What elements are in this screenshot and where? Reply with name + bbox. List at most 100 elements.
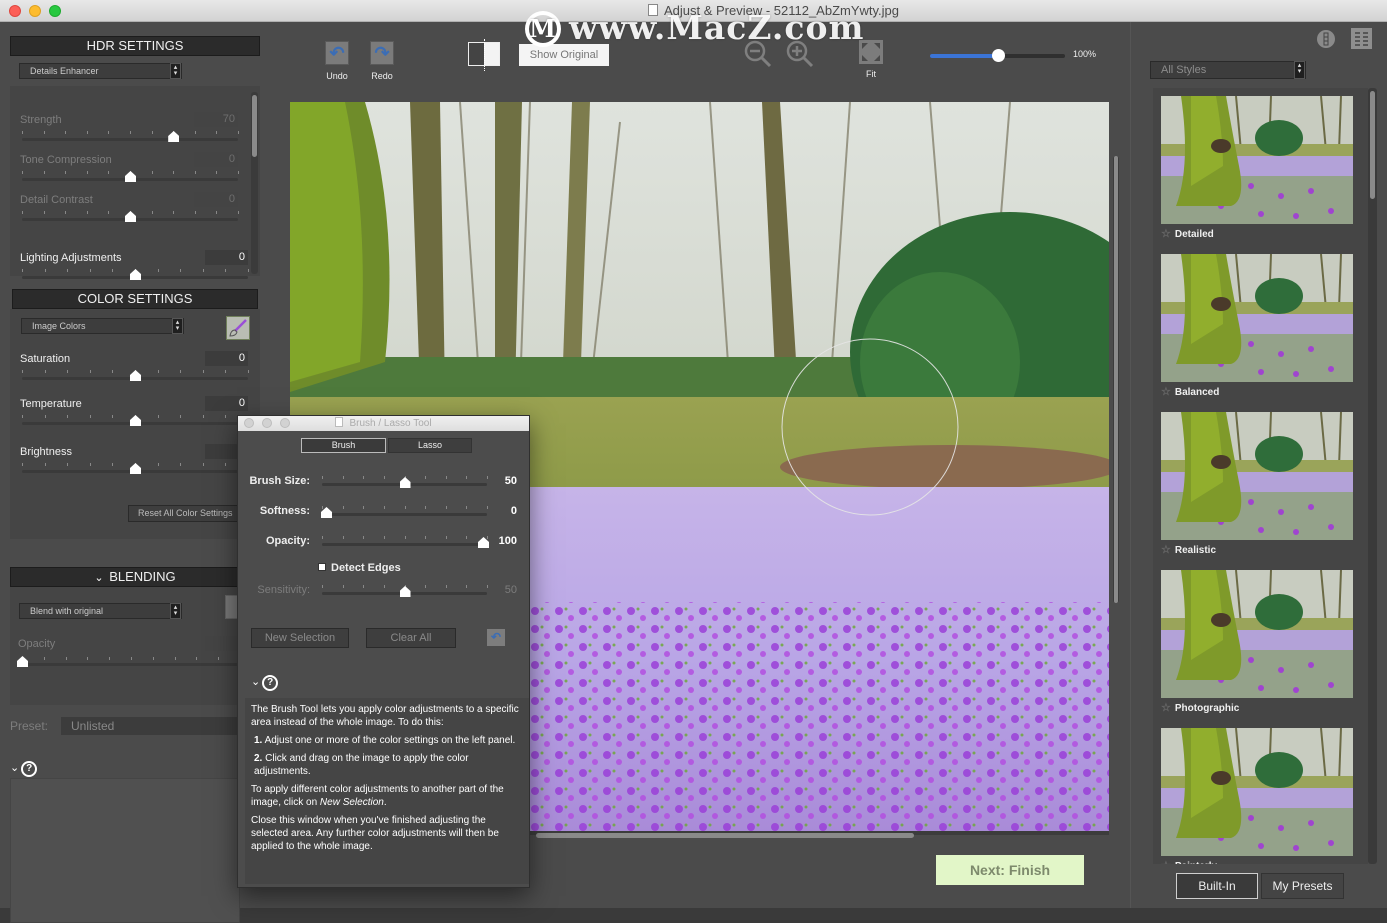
- reset-color-settings-button[interactable]: Reset All Color Settings: [128, 505, 238, 522]
- tick-mark: [67, 269, 69, 272]
- tick-mark: [216, 211, 218, 214]
- tick-mark: [65, 211, 67, 214]
- star-icon[interactable]: ☆: [1161, 544, 1171, 556]
- dialog-slider-track[interactable]: [322, 543, 487, 546]
- tick-mark: [112, 463, 114, 466]
- grid-view-button[interactable]: [1351, 28, 1372, 49]
- preview-horizontal-scrollbar[interactable]: [536, 833, 914, 838]
- show-original-button[interactable]: Show Original: [519, 44, 609, 66]
- dialog-zoom-button[interactable]: [280, 418, 290, 428]
- tick-mark: [425, 476, 427, 479]
- blend-opacity-value[interactable]: [205, 636, 240, 651]
- tick-mark: [238, 131, 239, 134]
- styles-scrollbar[interactable]: [1368, 88, 1377, 864]
- style-thumbnail[interactable]: [1161, 412, 1353, 540]
- mode-tab-brush[interactable]: Brush: [301, 438, 386, 453]
- tick-mark: [112, 415, 114, 418]
- undo-button[interactable]: ↶ Undo: [322, 41, 352, 81]
- hdr-scrollbar[interactable]: [251, 92, 258, 274]
- style-name: ☆ Realistic: [1161, 543, 1353, 556]
- blending-header[interactable]: ⌄ BLENDING: [10, 567, 260, 587]
- style-filter-select[interactable]: All Styles ▴ ▾: [1150, 61, 1306, 79]
- color-mode-select[interactable]: Image Colors ▴ ▾: [21, 318, 184, 334]
- scroll-knob[interactable]: [1114, 156, 1118, 603]
- dialog-close-button[interactable]: [244, 418, 254, 428]
- slider-value-field[interactable]: 0: [205, 250, 248, 265]
- new-selection-button[interactable]: New Selection: [251, 628, 349, 648]
- dialog-slider-value: 50: [504, 475, 517, 487]
- dialog-undo-button[interactable]: ↶: [487, 629, 505, 646]
- scroll-knob[interactable]: [1370, 91, 1375, 199]
- clear-all-button[interactable]: Clear All: [366, 628, 456, 648]
- tick-mark: [194, 131, 196, 134]
- redo-button[interactable]: ↷ Redo: [367, 41, 397, 81]
- tab-built-in[interactable]: Built-In: [1176, 873, 1258, 899]
- select-arrows-icon: ▴ ▾: [1294, 61, 1305, 79]
- style-item[interactable]: ☆ Detailed: [1161, 96, 1353, 240]
- tick-mark: [202, 415, 204, 418]
- style-thumbnail[interactable]: [1161, 96, 1353, 224]
- app-window: Adjust & Preview - 52112_AbZmYwty.jpg Mw…: [0, 0, 1387, 923]
- zoom-slider-knob[interactable]: [991, 49, 1005, 62]
- tick-mark: [151, 131, 153, 134]
- preview-vertical-scrollbar[interactable]: [1113, 156, 1119, 603]
- split-view-toggle[interactable]: [468, 39, 500, 71]
- zoom-in-button[interactable]: [786, 40, 814, 68]
- detect-edges-label: Detect Edges: [331, 562, 401, 574]
- style-thumbnail[interactable]: [1161, 728, 1353, 856]
- brush-tool-button[interactable]: [226, 316, 250, 340]
- detect-edges-row[interactable]: Detect Edges: [318, 562, 401, 574]
- style-thumbnail[interactable]: [1161, 570, 1353, 698]
- style-item[interactable]: ☆ Painterly: [1161, 728, 1353, 864]
- blend-mode-select[interactable]: Blend with original ▴ ▾: [19, 603, 182, 619]
- slider-value-field[interactable]: 0: [205, 396, 248, 411]
- redo-label: Redo: [371, 71, 393, 81]
- tick-mark: [216, 171, 218, 174]
- tick-mark: [342, 476, 344, 479]
- select-arrows-icon: ▴ ▾: [170, 63, 181, 79]
- paintbrush-icon: [229, 319, 247, 337]
- slider-value-field[interactable]: 0: [194, 192, 238, 207]
- tick-mark: [67, 463, 69, 466]
- style-item[interactable]: ☆ Realistic: [1161, 412, 1353, 556]
- tick-mark: [131, 657, 132, 660]
- blend-opacity-track[interactable]: [22, 663, 240, 666]
- star-icon[interactable]: ☆: [1161, 860, 1171, 864]
- tick-mark: [363, 506, 365, 509]
- detect-edges-checkbox[interactable]: [318, 563, 326, 571]
- slider-value-field[interactable]: 0: [194, 152, 238, 167]
- dialog-title-bar[interactable]: Brush / Lasso Tool: [238, 416, 529, 431]
- star-icon[interactable]: ☆: [1161, 386, 1171, 398]
- slider-track[interactable]: [22, 138, 238, 141]
- preset-name-field[interactable]: Unlisted: [61, 717, 240, 735]
- dialog-minimize-button[interactable]: [262, 418, 272, 428]
- help-toggle[interactable]: ⌄?: [10, 758, 38, 777]
- tick-mark: [466, 506, 468, 509]
- tick-mark: [44, 415, 46, 418]
- dialog-slider-track[interactable]: [322, 513, 487, 516]
- slider-value-field[interactable]: 70: [194, 112, 238, 127]
- next-finish-button[interactable]: Next: Finish: [936, 855, 1084, 885]
- star-icon[interactable]: ☆: [1161, 702, 1171, 714]
- document-icon: [647, 4, 658, 16]
- hdr-preset-select[interactable]: Details Enhancer ▴ ▾: [19, 63, 182, 79]
- style-item[interactable]: ☆ Photographic: [1161, 570, 1353, 714]
- zoom-out-button[interactable]: [744, 40, 772, 68]
- tick-mark: [248, 269, 249, 272]
- tick-mark: [363, 585, 365, 588]
- dialog-slider-label: Opacity:: [265, 535, 310, 547]
- tab-my-presets[interactable]: My Presets: [1261, 873, 1344, 899]
- fit-button[interactable]: Fit: [859, 40, 883, 79]
- style-item[interactable]: ☆ Balanced: [1161, 254, 1353, 398]
- style-thumbnail[interactable]: [1161, 254, 1353, 382]
- dialog-help-toggle[interactable]: ⌄?: [251, 672, 279, 691]
- zoom-percent: 100%: [1073, 49, 1097, 59]
- filmstrip-view-button[interactable]: [1317, 30, 1335, 48]
- slider-value-field[interactable]: 0: [205, 351, 248, 366]
- window-title-text: Adjust & Preview - 52112_AbZmYwty.jpg: [663, 3, 900, 18]
- star-icon[interactable]: ☆: [1161, 228, 1171, 240]
- zoom-slider[interactable]: [930, 49, 1065, 62]
- scroll-knob[interactable]: [252, 95, 257, 157]
- tick-mark: [445, 536, 447, 539]
- mode-tab-lasso[interactable]: Lasso: [388, 438, 472, 453]
